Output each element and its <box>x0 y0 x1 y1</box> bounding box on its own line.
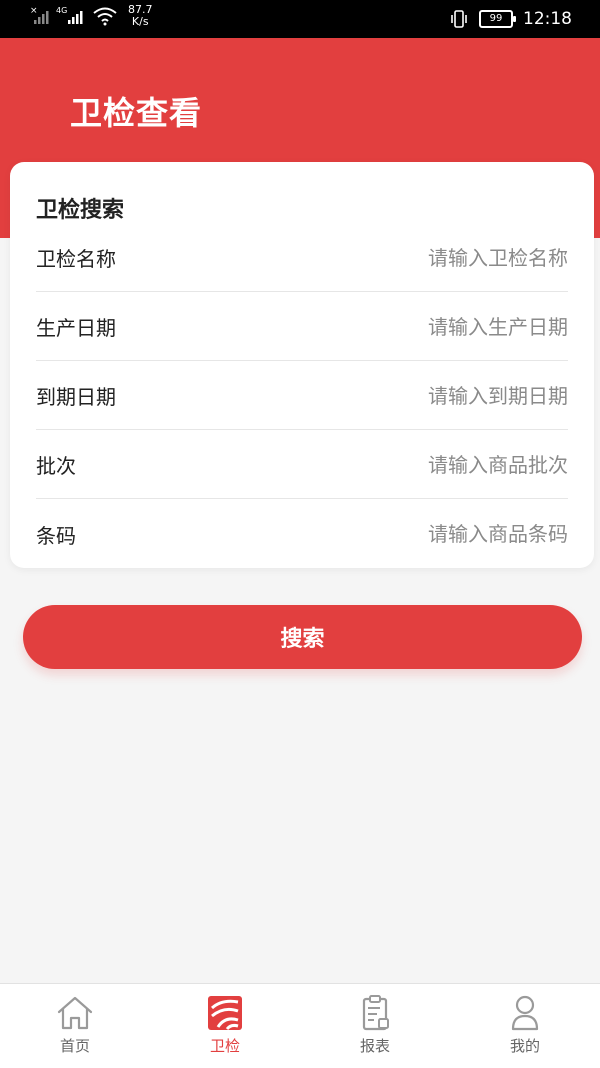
field-label: 生产日期 <box>36 316 116 340</box>
expiry-date-input[interactable] <box>308 383 568 408</box>
svg-text:×: × <box>30 6 38 16</box>
net-speed: 87.7 K/s <box>128 4 153 28</box>
inspection-icon <box>208 996 242 1031</box>
tab-label: 卫检 <box>209 1037 240 1055</box>
field-production-date: 生产日期 <box>36 293 568 361</box>
no-sim-signal-icon: × <box>30 6 49 24</box>
status-bar: × 4G 87.7 K/s 99 12:18 <box>0 0 600 38</box>
batch-input[interactable] <box>308 452 568 477</box>
tab-inspection[interactable]: 卫检 <box>150 984 300 1068</box>
field-label: 条码 <box>36 523 76 548</box>
search-card-title: 卫检搜索 <box>36 198 125 223</box>
profile-icon <box>511 995 539 1031</box>
status-right: 99 12:18 <box>449 6 572 32</box>
tab-report[interactable]: 报表 <box>300 984 450 1068</box>
report-icon <box>362 995 389 1031</box>
wifi-icon <box>93 7 117 26</box>
net-speed-unit: K/s <box>131 15 149 28</box>
field-barcode: 条码 <box>36 500 568 568</box>
tab-home[interactable]: 首页 <box>0 984 150 1068</box>
tab-label: 报表 <box>359 1037 390 1055</box>
inspection-name-input[interactable] <box>308 245 568 270</box>
signal-4g-icon: 4G <box>56 6 83 24</box>
tab-label: 首页 <box>59 1037 90 1055</box>
bottom-tab-bar: 首页 卫检 报表 我的 <box>0 983 600 1068</box>
home-icon <box>57 996 93 1030</box>
barcode-input[interactable] <box>308 522 568 546</box>
tab-profile[interactable]: 我的 <box>450 984 600 1068</box>
vibrate-icon <box>451 10 467 28</box>
field-batch: 批次 <box>36 431 568 499</box>
field-label: 到期日期 <box>36 385 116 409</box>
field-inspection-name: 卫检名称 <box>36 224 568 292</box>
status-left: × 4G 87.7 K/s <box>30 4 153 34</box>
search-button[interactable]: 搜索 <box>23 605 582 669</box>
search-card: 卫检搜索 卫检名称 生产日期 到期日期 批次 条码 <box>10 162 594 568</box>
field-label: 批次 <box>36 454 76 478</box>
status-time: 12:18 <box>523 9 572 29</box>
page-title: 卫检查看 <box>70 94 203 132</box>
production-date-input[interactable] <box>308 314 568 339</box>
field-expiry-date: 到期日期 <box>36 362 568 430</box>
battery-icon: 99 <box>479 10 516 28</box>
tab-label: 我的 <box>509 1037 540 1055</box>
field-label: 卫检名称 <box>36 247 116 271</box>
network-type: 4G <box>56 6 67 15</box>
